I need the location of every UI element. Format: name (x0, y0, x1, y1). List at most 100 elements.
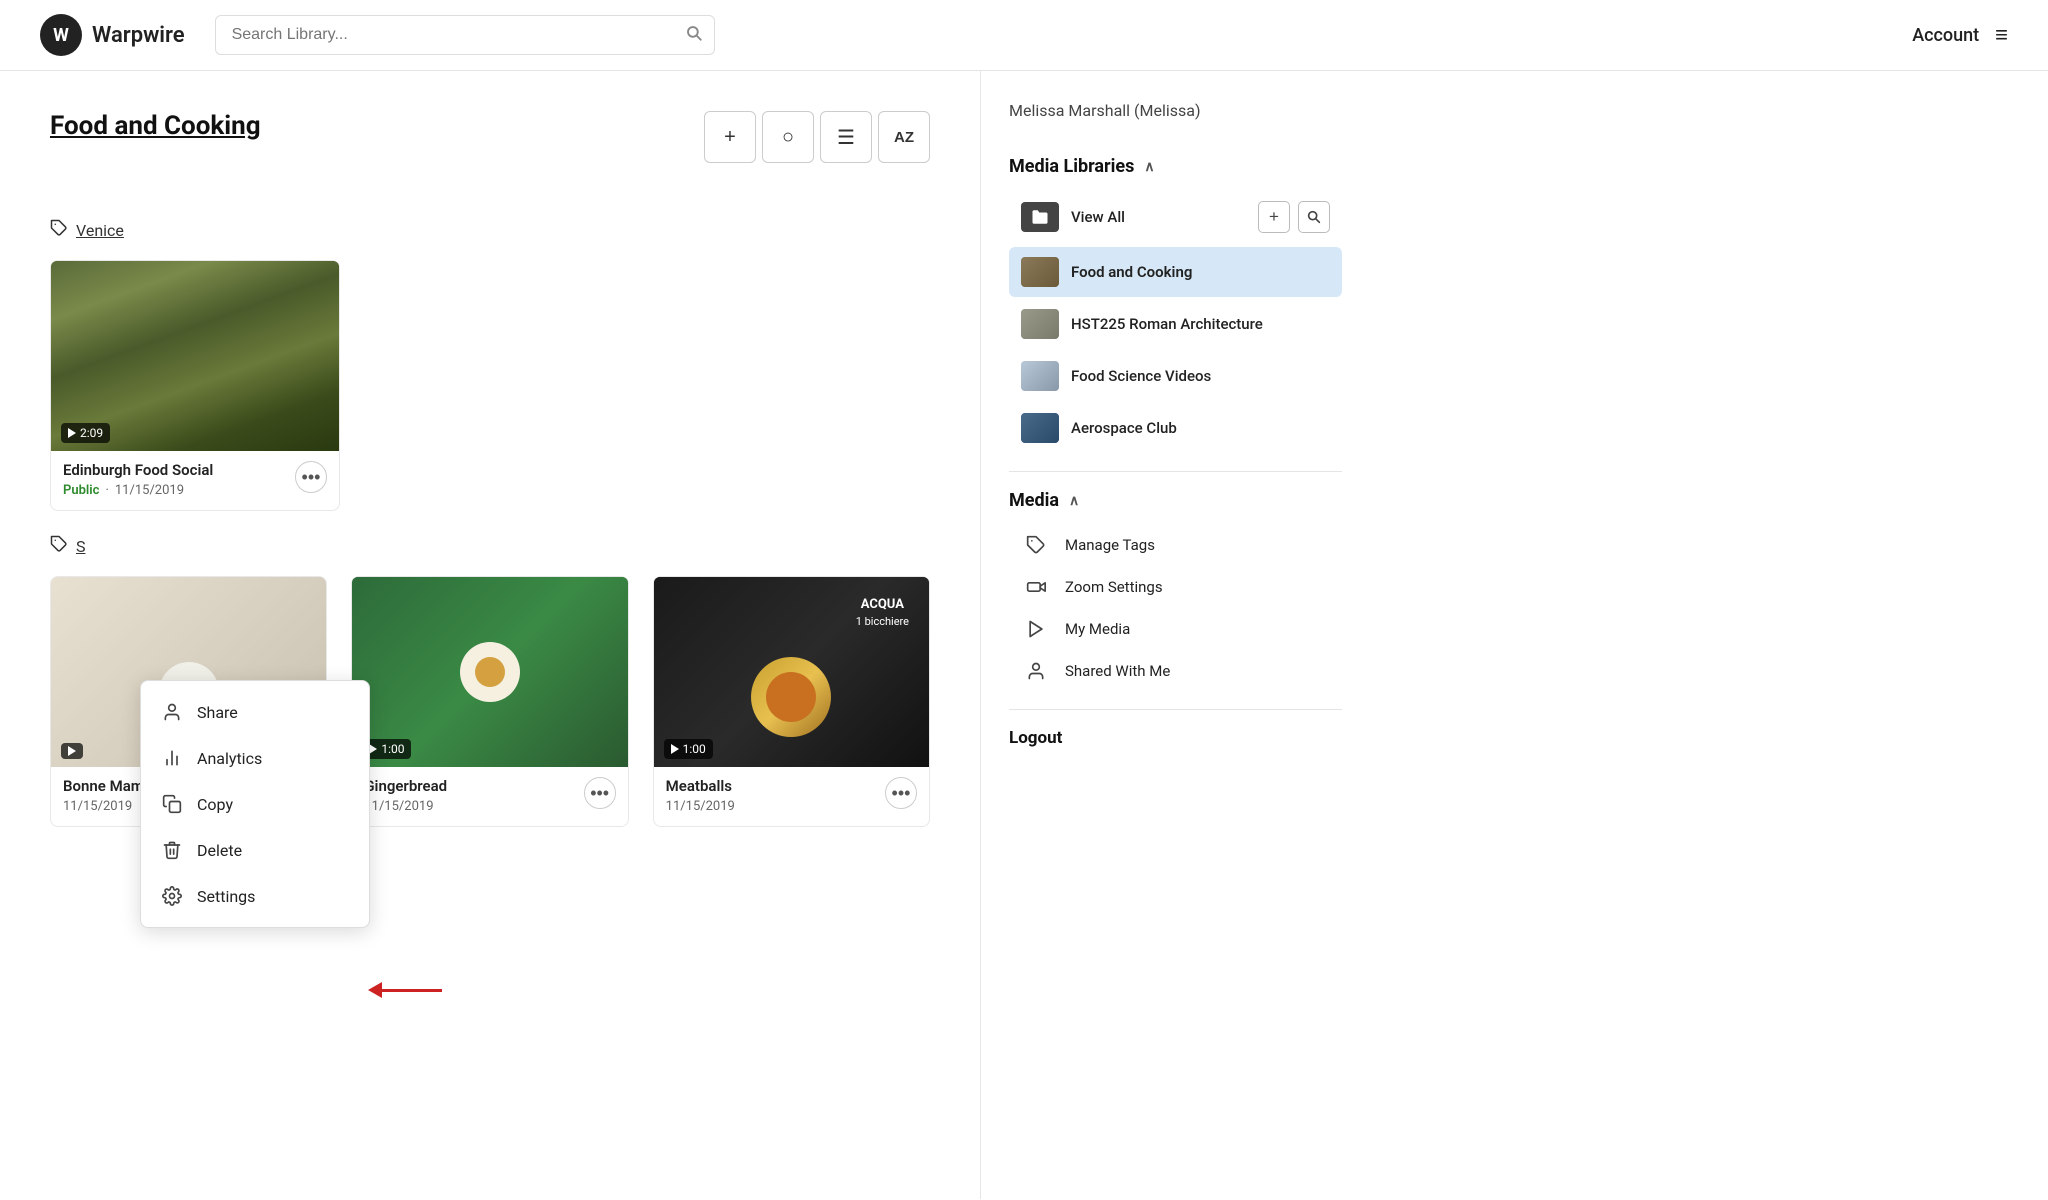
sidebar-user: Melissa Marshall (Melissa) (1009, 101, 1342, 128)
add-library-button[interactable]: + (1258, 201, 1290, 233)
view-all-actions: + (1258, 201, 1330, 233)
chevron-up-icon: ∧ (1144, 159, 1154, 175)
analytics-label: Analytics (197, 749, 262, 768)
video-date-meatballs: 11/15/2019 (666, 799, 735, 814)
share-label: Share (197, 703, 238, 722)
header-right: Account ≡ (1912, 22, 2008, 48)
page-header-row: Food and Cooking + ○ ☰ AZ (50, 111, 930, 191)
search-input[interactable] (215, 15, 715, 55)
search-icon (685, 24, 703, 46)
zoom-settings-label: Zoom Settings (1065, 578, 1163, 596)
sidebar-shared-with-me[interactable]: Shared With Me (1009, 651, 1342, 691)
sidebar-manage-tags[interactable]: Manage Tags (1009, 525, 1342, 565)
add-button[interactable]: + (704, 111, 756, 163)
lib-thumb-food (1021, 257, 1059, 287)
more-button-meatballs[interactable]: ••• (885, 777, 917, 809)
manage-tags-label: Manage Tags (1065, 536, 1155, 554)
context-menu: Share Analytics (140, 680, 370, 928)
person-media-icon (1021, 661, 1051, 681)
tag-s-icon (50, 535, 68, 558)
status-public: Public (63, 483, 99, 498)
video-info-meatballs: Meatballs 11/15/2019 ••• (654, 767, 929, 826)
copy-label: Copy (197, 795, 233, 814)
sidebar-library-foodsci[interactable]: Food Science Videos (1009, 351, 1342, 401)
lib-label-hst225: HST225 Roman Architecture (1071, 315, 1263, 333)
my-media-label: My Media (1065, 620, 1130, 638)
video-title-meatballs: Meatballs (666, 777, 885, 795)
circle-view-button[interactable]: ○ (762, 111, 814, 163)
sort-button[interactable]: AZ (878, 111, 930, 163)
settings-label: Settings (197, 887, 255, 906)
analytics-icon (161, 748, 183, 768)
page-title-col: Food and Cooking (50, 111, 704, 169)
logout-button[interactable]: Logout (1009, 728, 1062, 748)
sidebar: Melissa Marshall (Melissa) Media Librari… (980, 71, 1370, 1199)
more-button-edinburgh[interactable]: ••• (295, 461, 327, 493)
first-video-section: 2:09 Edinburgh Food Social Public · 11/1… (50, 260, 930, 511)
main-layout: Food and Cooking + ○ ☰ AZ Venice (0, 71, 2048, 1199)
tag-s-link[interactable]: S (76, 537, 86, 556)
video-meta-edinburgh: Edinburgh Food Social Public · 11/15/201… (63, 461, 295, 498)
lib-label-foodsci: Food Science Videos (1071, 367, 1211, 385)
settings-icon (161, 886, 183, 906)
sidebar-divider-2 (1009, 709, 1342, 710)
logo-area: W Warpwire (40, 14, 185, 56)
lib-label-aerospace: Aerospace Club (1071, 419, 1177, 437)
logo-icon: W (40, 14, 82, 56)
play-badge-meatballs: 1:00 (664, 739, 713, 759)
share-icon (161, 702, 183, 722)
more-button-gingerbread[interactable]: ••• (584, 777, 616, 809)
play-badge-edinburgh: 2:09 (61, 423, 110, 443)
logo-text: Warpwire (92, 23, 185, 48)
video-status-row-meatballs: 11/15/2019 (666, 799, 885, 814)
video-thumb-gingerbread[interactable]: 1:00 (352, 577, 627, 767)
video-info-gingerbread: Gingerbread 11/15/2019 ••• (352, 767, 627, 826)
video-card-gingerbread: 1:00 Gingerbread 11/15/2019 ••• (351, 576, 628, 827)
sidebar-library-hst225[interactable]: HST225 Roman Architecture (1009, 299, 1342, 349)
delete-icon (161, 840, 183, 860)
sidebar-library-aerospace[interactable]: Aerospace Club (1009, 403, 1342, 453)
play-media-icon (1021, 619, 1051, 639)
status-dot: · (105, 483, 108, 498)
tag-venice-link[interactable]: Venice (76, 221, 124, 240)
red-arrow-indicator (370, 982, 442, 998)
video-date-bonne: 11/15/2019 (63, 799, 132, 814)
search-bar[interactable] (215, 15, 715, 55)
sidebar-divider (1009, 471, 1342, 472)
list-view-button[interactable]: ☰ (820, 111, 872, 163)
video-meta-gingerbread: Gingerbread 11/15/2019 (364, 777, 583, 814)
context-menu-delete[interactable]: Delete (141, 827, 369, 873)
media-chevron-up-icon: ∧ (1069, 493, 1079, 509)
video-card-edinburgh: 2:09 Edinburgh Food Social Public · 11/1… (50, 260, 340, 511)
lib-thumb-foodsci (1021, 361, 1059, 391)
context-menu-settings[interactable]: Settings (141, 873, 369, 919)
tag-media-icon (1021, 535, 1051, 555)
delete-label: Delete (197, 841, 242, 860)
hamburger-icon[interactable]: ≡ (1995, 22, 2008, 48)
video-meta-meatballs: Meatballs 11/15/2019 (666, 777, 885, 814)
media-section-title: Media ∧ (1009, 490, 1342, 511)
context-menu-share[interactable]: Share (141, 689, 369, 735)
tag-s-row: S (50, 535, 930, 558)
content-area: Food and Cooking + ○ ☰ AZ Venice (0, 71, 980, 1199)
sidebar-my-media[interactable]: My Media (1009, 609, 1342, 649)
lib-label-food: Food and Cooking (1071, 263, 1192, 281)
lib-thumb-aerospace (1021, 413, 1059, 443)
sidebar-zoom-settings[interactable]: Zoom Settings (1009, 567, 1342, 607)
view-all-item[interactable]: View All (1021, 202, 1125, 232)
context-menu-copy[interactable]: Copy (141, 781, 369, 827)
sidebar-library-food-cooking[interactable]: Food and Cooking (1009, 247, 1342, 297)
page-title: Food and Cooking (50, 111, 704, 141)
context-menu-analytics[interactable]: Analytics (141, 735, 369, 781)
view-all-label: View All (1071, 208, 1125, 226)
video-thumb-meatballs[interactable]: ACQUA1 bicchiere 1:00 (654, 577, 929, 767)
video-status-row-gingerbread: 11/15/2019 (364, 799, 583, 814)
search-library-button[interactable] (1298, 201, 1330, 233)
video-thumb-edinburgh[interactable]: 2:09 (51, 261, 339, 451)
play-badge-bonne (61, 743, 83, 759)
video-date-edinburgh: 11/15/2019 (115, 483, 184, 498)
header: W Warpwire Account ≡ (0, 0, 2048, 71)
media-section: Media ∧ Manage Tags (1009, 490, 1342, 691)
account-label[interactable]: Account (1912, 25, 1979, 46)
sidebar-view-all-row: View All + (1009, 191, 1342, 243)
